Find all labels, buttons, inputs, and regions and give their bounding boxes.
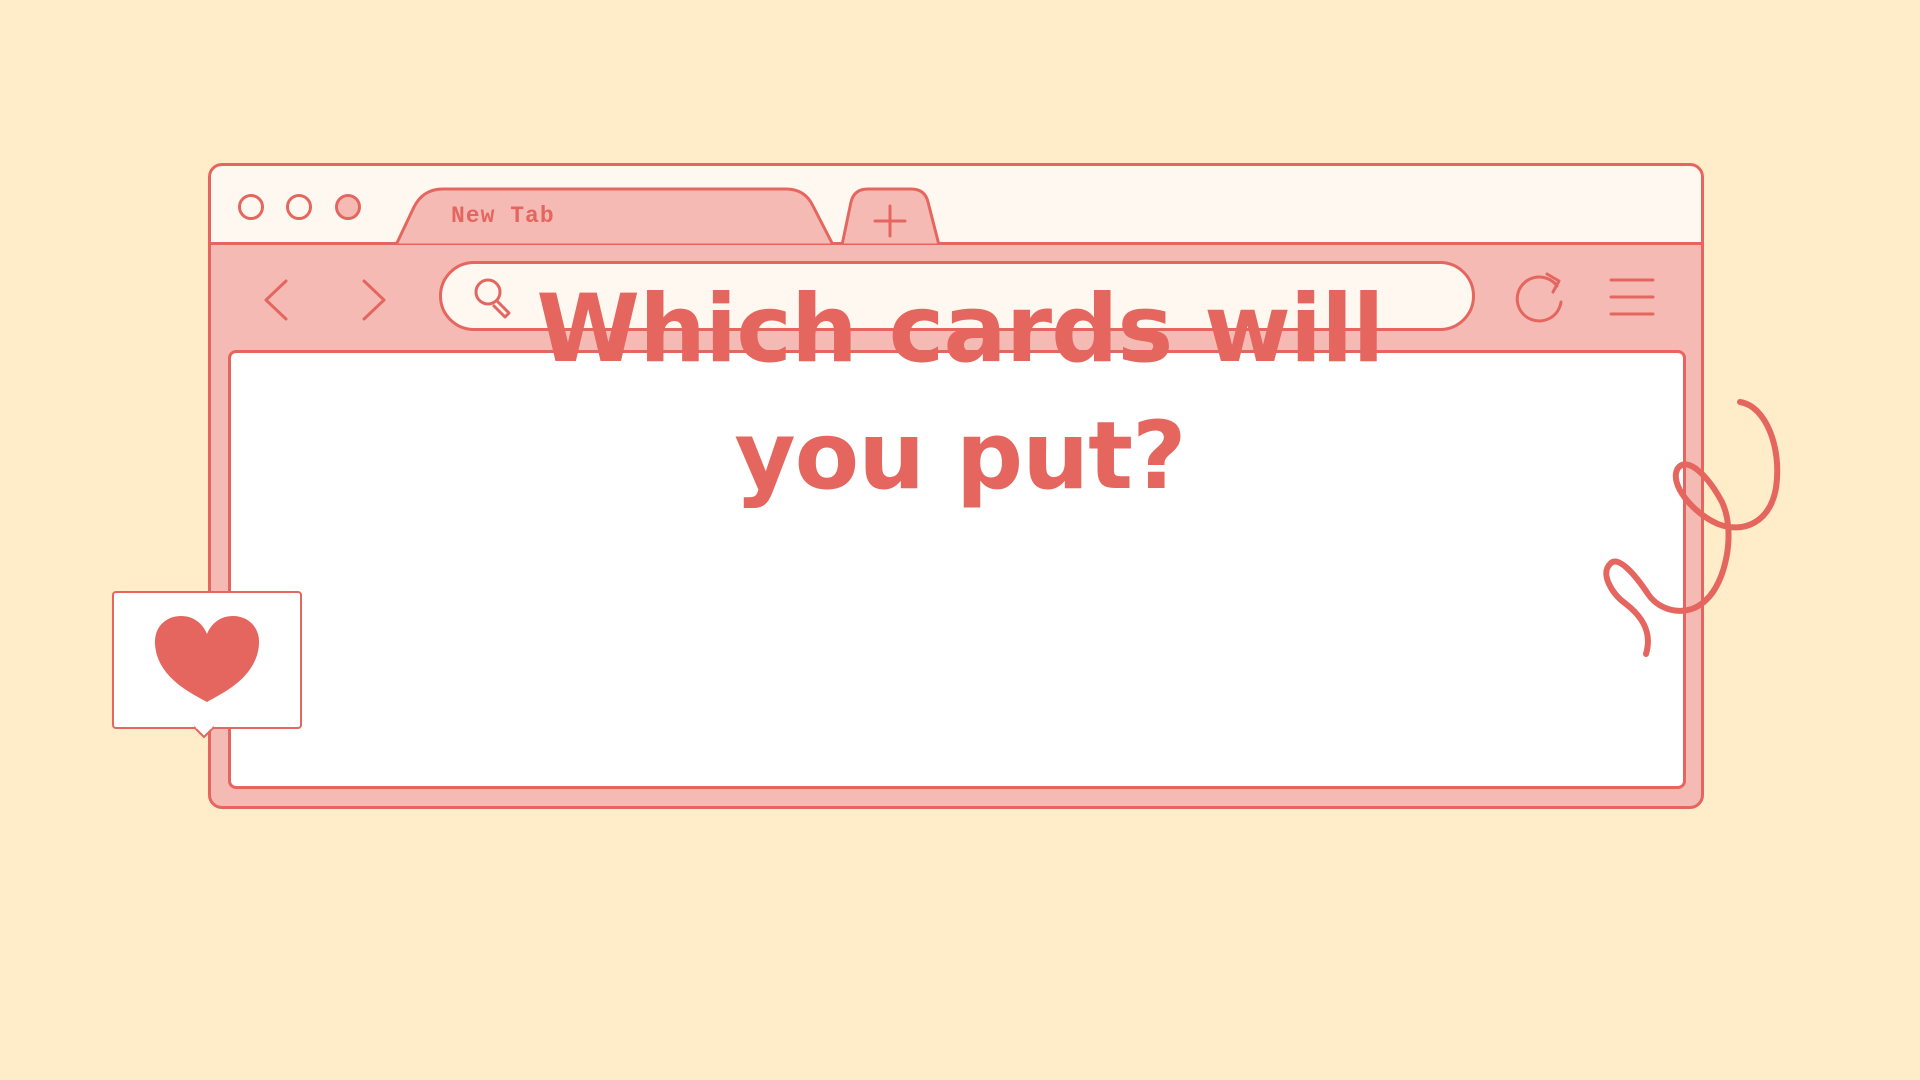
new-tab-button[interactable] (838, 186, 936, 244)
like-notification-tail (193, 725, 215, 738)
heart-icon (154, 616, 260, 702)
squiggle-icon (1603, 399, 1781, 657)
headline-line-1: Which cards will (536, 275, 1384, 384)
title-bar: New Tab (211, 166, 1701, 245)
tab-strip (394, 187, 941, 245)
tab-title[interactable]: New Tab (451, 203, 555, 229)
